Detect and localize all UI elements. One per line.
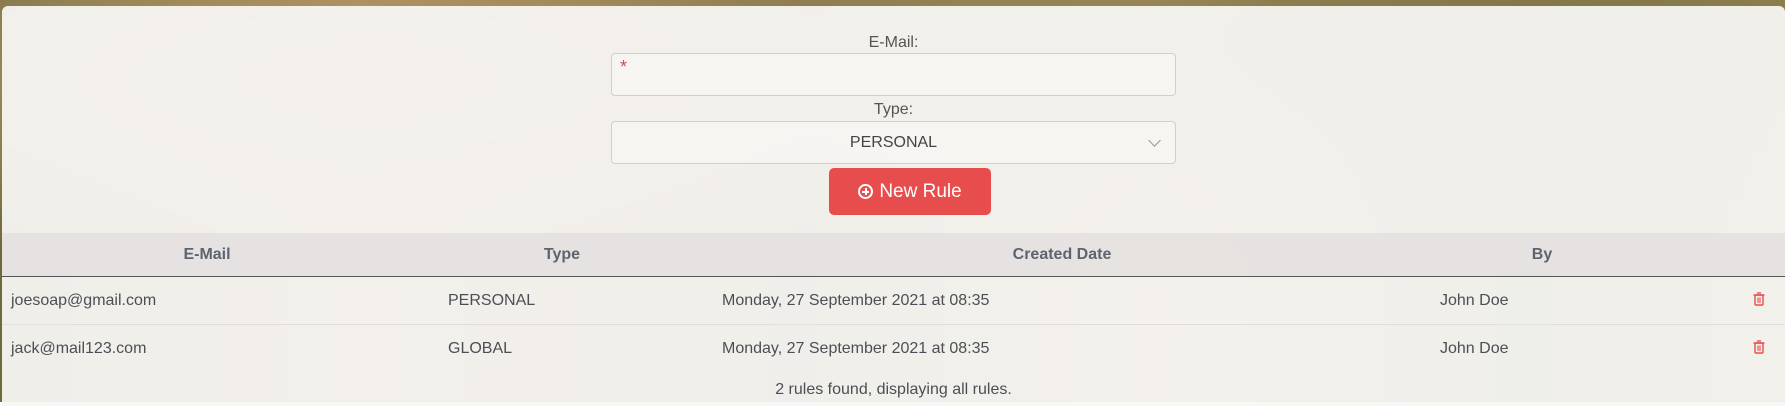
rules-panel: E-Mail: * Type: PERSONAL New Rule E-Mail… xyxy=(2,6,1785,406)
row-email: joesoap@gmail.com xyxy=(11,291,157,309)
row-by: John Doe xyxy=(1440,291,1509,309)
trash-icon[interactable] xyxy=(1753,340,1765,354)
rules-count: 2 rules found, displaying all rules. xyxy=(775,381,1012,398)
email-field[interactable]: * xyxy=(611,53,1176,97)
email-input[interactable] xyxy=(638,54,1172,97)
type-select[interactable]: PERSONAL xyxy=(611,121,1176,164)
new-rule-button[interactable]: New Rule xyxy=(829,168,991,215)
header-by[interactable]: By xyxy=(1412,233,1672,276)
row-type: PERSONAL xyxy=(448,291,536,309)
email-label: E-Mail: xyxy=(868,34,919,51)
header-type[interactable]: Type xyxy=(412,233,712,276)
required-marker: * xyxy=(620,57,628,77)
header-created-date[interactable]: Created Date xyxy=(712,233,1412,276)
table-row: jack@mail123.com GLOBAL Monday, 27 Septe… xyxy=(2,325,1785,372)
row-email: jack@mail123.com xyxy=(11,339,147,357)
type-label: Type: xyxy=(873,101,914,118)
table-header: E-Mail Type Created Date By xyxy=(2,233,1785,277)
row-type: GLOBAL xyxy=(448,339,513,357)
table-row: joesoap@gmail.com PERSONAL Monday, 27 Se… xyxy=(2,277,1785,325)
type-select-value: PERSONAL xyxy=(849,133,938,151)
row-created-date: Monday, 27 September 2021 at 08:35 xyxy=(722,339,990,357)
new-rule-label: New Rule xyxy=(879,180,962,202)
trash-icon[interactable] xyxy=(1753,292,1765,306)
header-email[interactable]: E-Mail xyxy=(2,233,412,276)
row-created-date: Monday, 27 September 2021 at 08:35 xyxy=(722,291,990,309)
plus-circle-icon xyxy=(858,184,874,199)
row-by: John Doe xyxy=(1440,339,1509,357)
